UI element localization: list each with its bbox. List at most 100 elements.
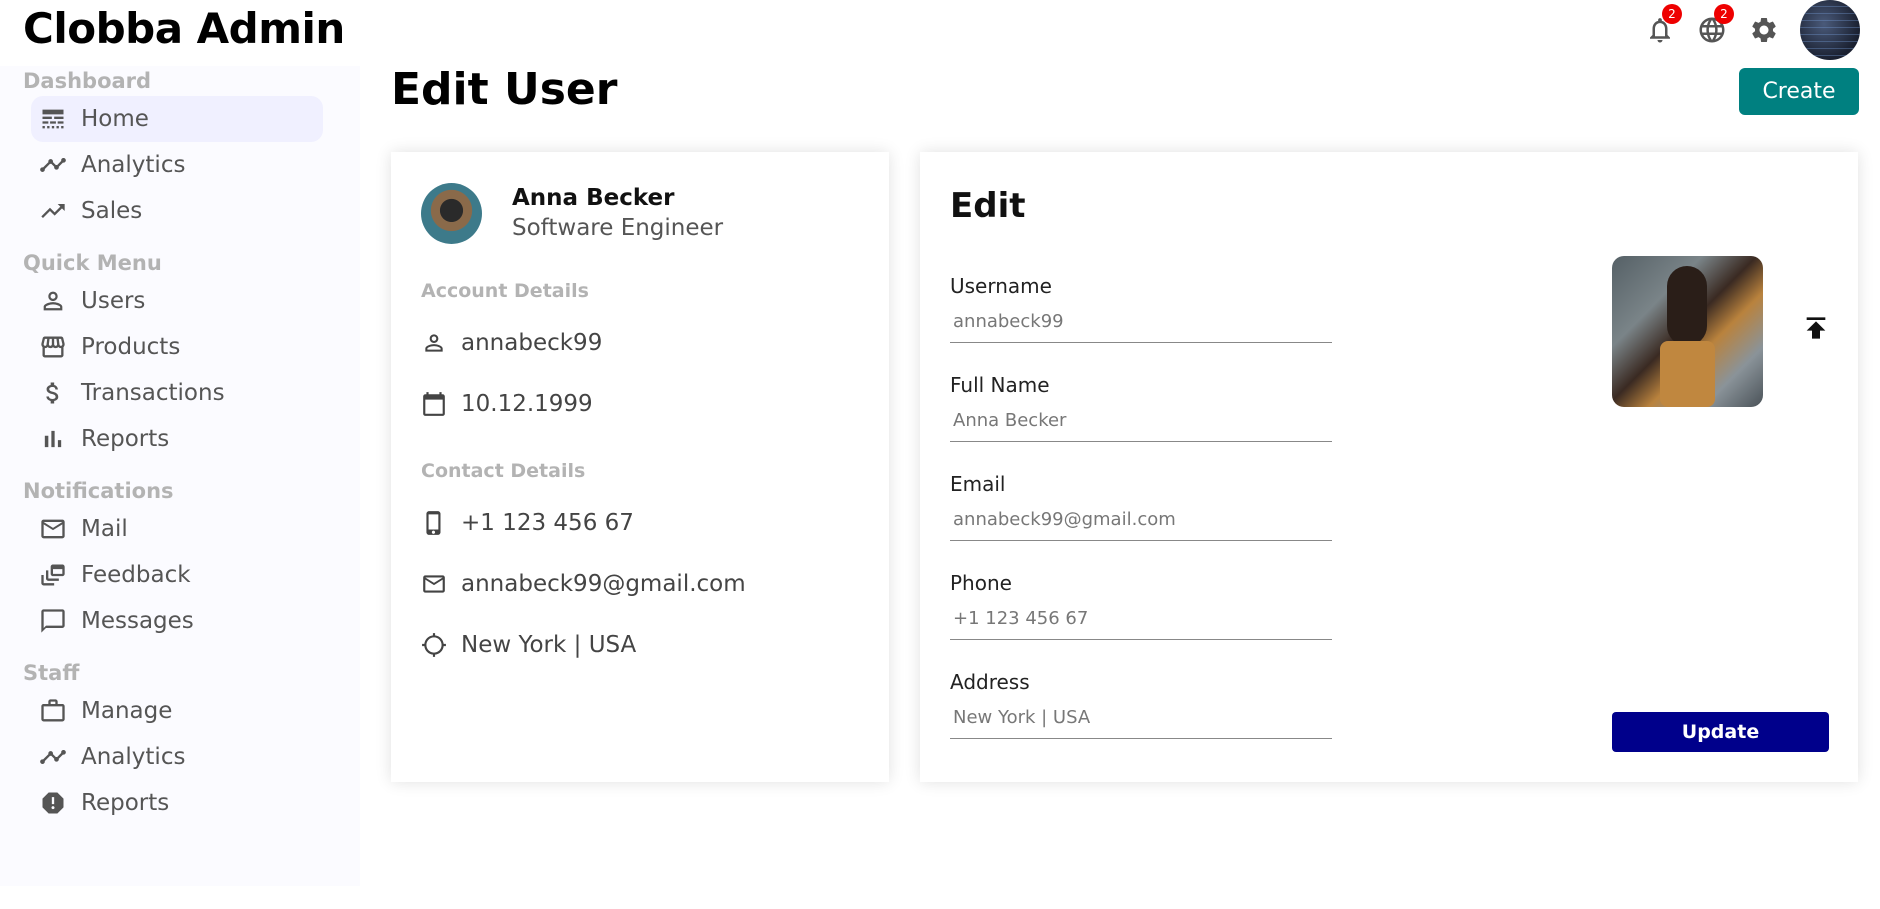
phone-form-item: Phone (950, 569, 1332, 668)
language-badge: 2 (1714, 4, 1734, 24)
top-icons: 2 2 (1644, 0, 1860, 60)
trending-up-icon (41, 204, 65, 218)
sidebar-item-label: Mail (81, 516, 128, 542)
settings-button[interactable] (1748, 14, 1780, 46)
sidebar-item-transactions[interactable]: Transactions (31, 370, 323, 416)
phone-input[interactable] (950, 597, 1332, 640)
user-show-title: Anna Becker Software Engineer (512, 185, 723, 241)
location-searching-icon (422, 633, 446, 657)
username-row: annabeck99 (421, 323, 859, 363)
address-form-item: Address (950, 668, 1332, 767)
sidebar-group-staff: Staff Manage Analytics Reports (0, 658, 360, 826)
mail-outline-icon (41, 519, 65, 539)
person-outline-icon (43, 291, 63, 311)
sidebar-item-label: Reports (81, 426, 170, 452)
sidebar-group-notifications: Notifications Mail Feedback Messages (0, 476, 360, 644)
upload-button[interactable] (1800, 312, 1832, 344)
email-input[interactable] (950, 498, 1332, 541)
sidebar-group-title: Quick Menu (23, 251, 162, 275)
page-title: Edit User (391, 64, 618, 115)
sidebar-item-mail[interactable]: Mail (31, 506, 323, 552)
sidebar-group-quick-menu: Quick Menu Users Products Transactions R… (0, 248, 360, 462)
sidebar: Dashboard Home Analytics Sales Quick Men… (0, 66, 360, 886)
sidebar-item-label: Analytics (81, 744, 186, 770)
dynamic-feed-icon (41, 564, 65, 586)
sidebar-item-reports[interactable]: Reports (31, 416, 323, 462)
sidebar-item-label: Products (81, 334, 181, 360)
edit-form: Username Full Name Email Phone Address (950, 272, 1332, 767)
address-value: New York | USA (461, 632, 637, 658)
user-show-header: Anna Becker Software Engineer (421, 182, 859, 244)
sidebar-item-home[interactable]: Home (31, 96, 323, 142)
person-outline-icon (425, 334, 443, 352)
publish-icon (1806, 317, 1826, 339)
update-button[interactable]: Update (1612, 712, 1829, 752)
sidebar-item-analytics[interactable]: Analytics (31, 142, 323, 188)
line-style-icon (42, 109, 64, 129)
phone-label: Phone (950, 571, 1012, 595)
language-button[interactable]: 2 (1696, 4, 1734, 46)
sidebar-item-label: Transactions (81, 380, 225, 406)
sidebar-item-manage[interactable]: Manage (31, 688, 323, 734)
topbar: Clobba Admin 2 2 (0, 0, 1880, 66)
username-value: annabeck99 (461, 330, 603, 356)
sidebar-item-label: Sales (81, 198, 143, 224)
email-label: Email (950, 472, 1006, 496)
timeline-icon (40, 158, 66, 172)
fullname-label: Full Name (950, 373, 1050, 397)
user-show-card: Anna Becker Software Engineer Account De… (391, 152, 889, 782)
user-edit-card: Edit Username Full Name Email Phone Addr… (920, 152, 1858, 782)
edit-title: Edit (950, 186, 1026, 226)
email-row: annabeck99@gmail.com (421, 564, 859, 604)
app-logo[interactable]: Clobba Admin (23, 4, 345, 53)
chat-bubble-outline-icon (41, 609, 65, 633)
sidebar-group-title: Staff (23, 661, 80, 685)
address-row: New York | USA (421, 625, 859, 665)
sidebar-item-label: Users (81, 288, 146, 314)
address-input[interactable] (950, 696, 1332, 739)
fullname-form-item: Full Name (950, 371, 1332, 470)
sidebar-item-staff-reports[interactable]: Reports (31, 780, 323, 826)
sidebar-group-title: Notifications (23, 479, 174, 503)
sidebar-item-sales[interactable]: Sales (31, 188, 323, 234)
notifications-button[interactable]: 2 (1644, 4, 1682, 46)
user-upload-image (1612, 256, 1763, 407)
address-label: Address (950, 670, 1030, 694)
phone-value: +1 123 456 67 (461, 510, 634, 536)
fullname-input[interactable] (950, 399, 1332, 442)
calendar-icon (423, 392, 445, 416)
phone-icon (426, 511, 441, 535)
sidebar-group-dashboard: Dashboard Home Analytics Sales (0, 66, 360, 234)
sidebar-item-users[interactable]: Users (31, 278, 323, 324)
notifications-badge: 2 (1662, 4, 1682, 24)
avatar[interactable] (1800, 0, 1860, 60)
username-input[interactable] (950, 300, 1332, 343)
user-avatar (421, 182, 482, 244)
sidebar-group-title: Dashboard (23, 69, 152, 93)
bar-chart-icon (44, 430, 62, 448)
sidebar-item-products[interactable]: Products (31, 324, 323, 370)
contact-details-title: Contact Details (421, 460, 586, 482)
gear-icon (1752, 17, 1776, 42)
sidebar-item-staff-analytics[interactable]: Analytics (31, 734, 323, 780)
create-button[interactable]: Create (1739, 68, 1859, 115)
mail-outline-icon (423, 575, 445, 593)
sidebar-item-label: Analytics (81, 152, 186, 178)
user-job-title: Software Engineer (512, 215, 724, 241)
storefront-icon (41, 336, 65, 358)
sidebar-item-label: Feedback (81, 562, 191, 588)
user-name: Anna Becker (512, 185, 675, 211)
birthday-value: 10.12.1999 (461, 391, 593, 417)
account-details-title: Account Details (421, 280, 589, 302)
sidebar-item-feedback[interactable]: Feedback (31, 552, 323, 598)
timeline-icon (40, 750, 66, 764)
sidebar-item-messages[interactable]: Messages (31, 598, 323, 644)
phone-row: +1 123 456 67 (421, 503, 859, 543)
sidebar-item-label: Manage (81, 698, 173, 724)
username-form-item: Username (950, 272, 1332, 371)
sidebar-item-label: Messages (81, 608, 194, 634)
work-outline-icon (41, 699, 65, 722)
email-form-item: Email (950, 470, 1332, 569)
birthday-row: 10.12.1999 (421, 384, 859, 424)
sidebar-item-label: Home (81, 106, 149, 132)
